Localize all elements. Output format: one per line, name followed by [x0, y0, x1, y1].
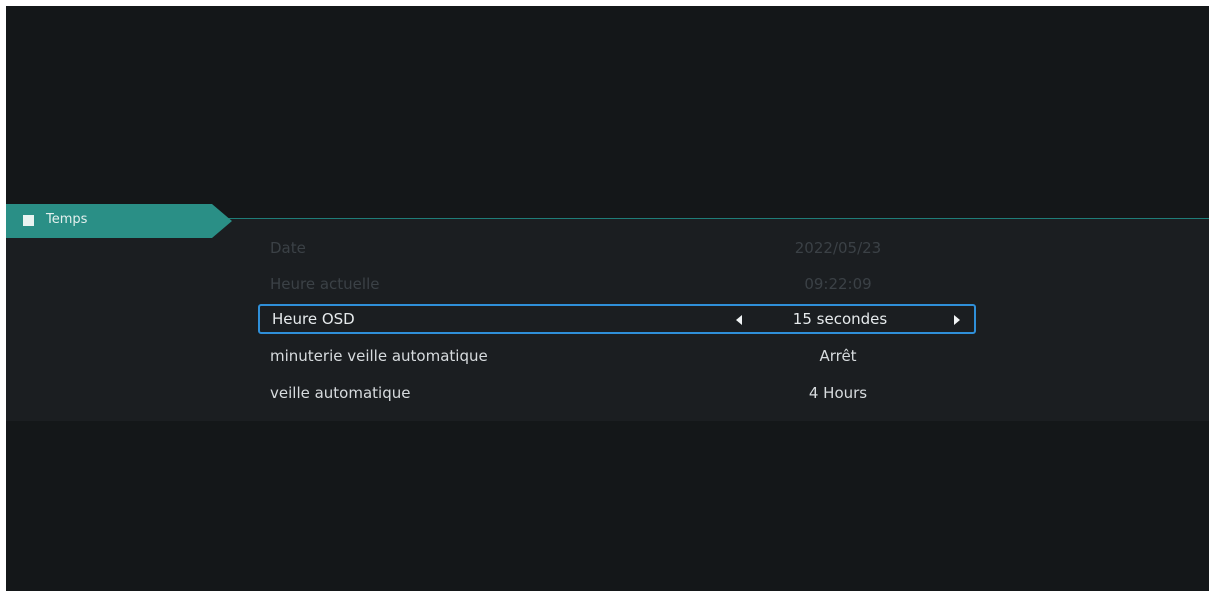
setting-label: Heure OSD	[272, 310, 355, 328]
setting-row-current-time: Heure actuelle 09:22:09	[258, 270, 976, 298]
tv-settings-screen: Temps Date 2022/05/23 Heure actuelle 09:…	[6, 6, 1209, 591]
setting-value: Arrêt	[819, 347, 857, 365]
setting-label: Date	[270, 239, 306, 257]
setting-value: 15 secondes	[792, 310, 888, 328]
setting-row-sleep-timer[interactable]: minuterie veille automatique Arrêt	[258, 342, 976, 370]
setting-label: Heure actuelle	[270, 275, 380, 293]
setting-row-date: Date 2022/05/23	[258, 234, 976, 262]
setting-value: 09:22:09	[804, 275, 872, 293]
setting-value: 2022/05/23	[794, 239, 882, 257]
setting-row-auto-standby[interactable]: veille automatique 4 Hours	[258, 379, 976, 407]
panel-divider	[226, 218, 1209, 219]
arrow-right-icon[interactable]	[954, 315, 960, 325]
setting-value: 4 Hours	[808, 384, 868, 402]
setting-label: minuterie veille automatique	[270, 347, 488, 365]
category-label: Temps	[46, 212, 88, 227]
category-tab-temps[interactable]: Temps	[6, 204, 232, 238]
setting-label: veille automatique	[270, 384, 411, 402]
setting-row-osd-time[interactable]: Heure OSD 15 secondes	[258, 304, 976, 334]
square-menu-icon	[23, 215, 34, 226]
arrow-left-icon[interactable]	[736, 315, 742, 325]
